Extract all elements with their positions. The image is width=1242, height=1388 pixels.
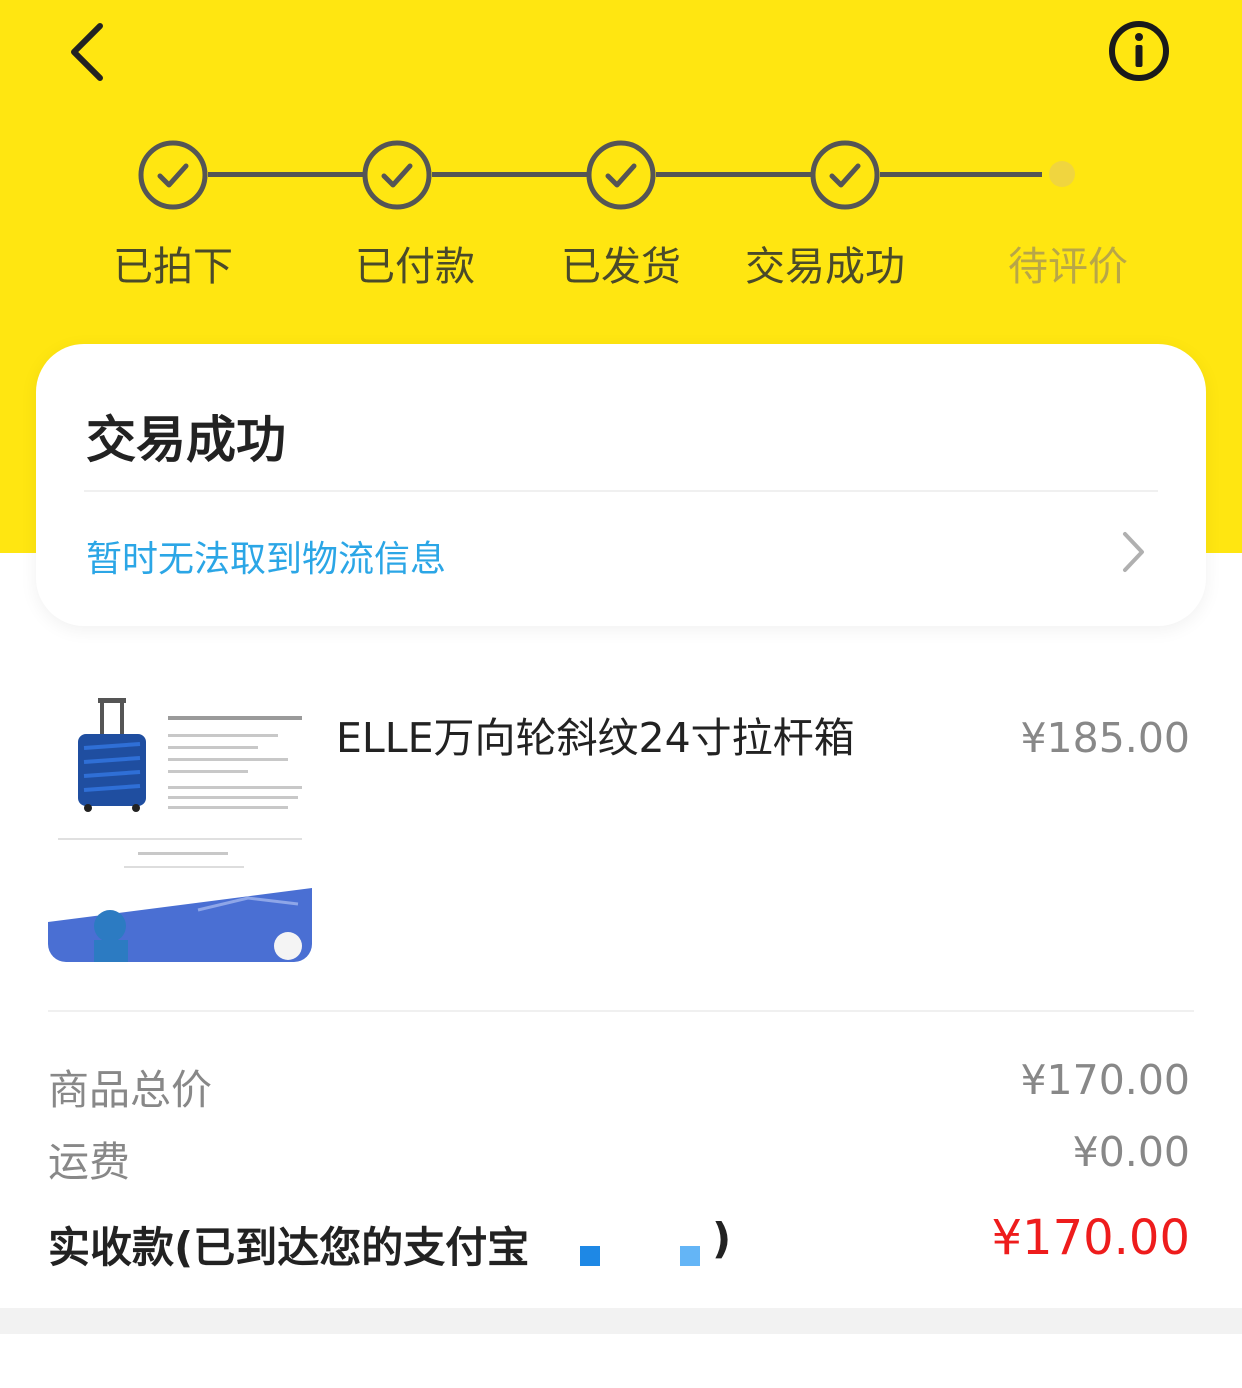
step-label-paid: 已付款: [355, 244, 475, 290]
check-circle-icon: [362, 140, 432, 210]
step-connector: [432, 172, 588, 177]
subtotal-label: 商品总价: [48, 1066, 212, 1114]
chevron-right-icon: [1123, 532, 1144, 572]
logistics-row[interactable]: 暂时无法取到物流信息: [36, 494, 1206, 614]
pending-step-dot: [1049, 161, 1075, 187]
divider: [48, 1010, 1194, 1012]
step-label-completed: 交易成功: [745, 244, 905, 290]
total-label: 实收款(已到达您的支付宝: [48, 1223, 530, 1272]
product-title[interactable]: ELLE万向轮斜纹24寸拉杆箱: [336, 704, 855, 764]
step-label-shipped: 已发货: [561, 244, 681, 290]
shipping-label: 运费: [48, 1138, 130, 1186]
status-title: 交易成功: [86, 411, 286, 469]
step-connector: [656, 172, 812, 177]
order-progress: 已拍下 已付款 已发货 交易成功 待评价: [0, 130, 1242, 300]
subtotal-value: ¥170.00: [1020, 1056, 1190, 1104]
shipping-value: ¥0.00: [1072, 1128, 1190, 1176]
logistics-text: 暂时无法取到物流信息: [86, 539, 447, 580]
back-button[interactable]: [58, 18, 118, 86]
info-icon: [1109, 21, 1169, 81]
check-circle-icon: [810, 140, 880, 210]
step-label-review: 待评价: [1008, 244, 1128, 290]
check-circle-icon: [586, 140, 656, 210]
bottom-separator: [0, 1308, 1242, 1334]
divider: [84, 490, 1158, 492]
redacted-account: [540, 1214, 712, 1270]
status-card: 交易成功 暂时无法取到物流信息: [36, 344, 1206, 626]
check-circle-icon: [138, 140, 208, 210]
product-price: ¥185.00: [1020, 714, 1190, 762]
step-connector: [208, 172, 364, 177]
chevron-left-icon: [71, 23, 103, 81]
total-label-end: ): [712, 1214, 732, 1263]
total-value: ¥170.00: [991, 1210, 1191, 1266]
info-button[interactable]: [1106, 18, 1172, 84]
product-image[interactable]: [48, 690, 312, 962]
suitcase-product-image: [48, 690, 312, 962]
step-connector: [880, 172, 1042, 177]
step-label-ordered: 已拍下: [113, 244, 233, 290]
